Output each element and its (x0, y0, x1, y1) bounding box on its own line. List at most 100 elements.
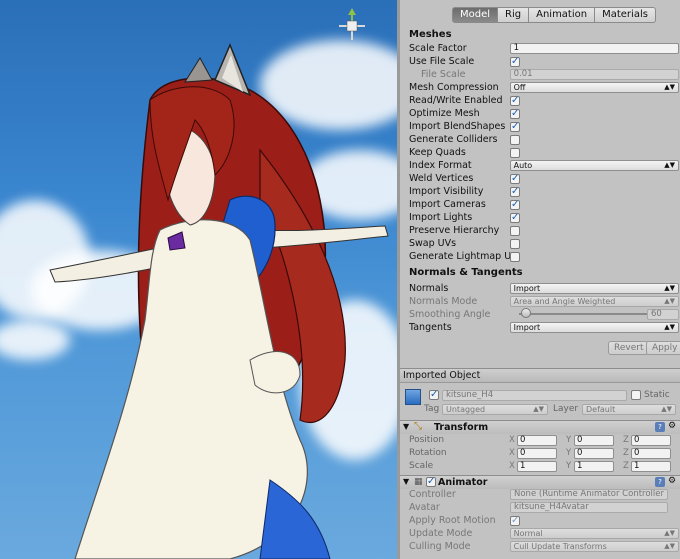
position-z-input[interactable]: 0 (631, 435, 671, 446)
apply-root-motion-row: Apply Root Motion ✓ (409, 514, 679, 527)
controller-row: Controller None (Runtime Animator Contro… (409, 488, 679, 501)
import-lights-checkbox[interactable]: ✓ (510, 212, 520, 223)
index-format-value: Auto (513, 161, 533, 170)
help-icon[interactable]: ? (655, 477, 665, 487)
file-scale-input: 0.01 (509, 69, 679, 80)
swap-uvs-checkbox[interactable] (510, 238, 520, 249)
apply-button[interactable]: Apply (646, 341, 680, 355)
transform-component-header[interactable]: ▼ ⤡ Transform ? ⚙ (400, 420, 680, 434)
dropdown-arrow-icon: ▲▼ (664, 542, 675, 550)
position-y-input[interactable]: 0 (574, 435, 614, 446)
rotation-x-axis: X (509, 448, 515, 458)
import-tabs: Model Rig Animation Materials (452, 7, 656, 23)
normals-dropdown[interactable]: Import ▲▼ (509, 283, 679, 294)
preserve-hierarchy-checkbox[interactable] (510, 225, 520, 236)
tab-animation[interactable]: Animation (528, 7, 596, 23)
import-blendshapes-checkbox[interactable]: ✓ (510, 121, 520, 132)
read-write-checkbox[interactable]: ✓ (510, 95, 520, 106)
generate-colliders-label: Generate Colliders (409, 134, 498, 145)
gear-icon[interactable]: ⚙ (668, 421, 676, 431)
dropdown-arrow-icon: ▲▼ (664, 297, 675, 305)
animator-enabled-checkbox[interactable]: ✓ (426, 477, 436, 487)
preserve-hierarchy-row: Preserve Hierarchy (409, 224, 679, 237)
tangents-dropdown[interactable]: Import ▲▼ (509, 322, 679, 333)
controller-label: Controller (409, 489, 456, 500)
animator-component-header[interactable]: ▼ ▦ ✓ Animator ? ⚙ (400, 475, 680, 489)
apply-root-motion-checkbox: ✓ (510, 514, 520, 526)
help-icon[interactable]: ? (655, 422, 665, 432)
scale-x-axis: X (509, 461, 515, 471)
tangents-row: Tangents Import ▲▼ (409, 321, 679, 334)
tag-dropdown: Untagged ▲▼ (442, 404, 548, 415)
rotation-x-input[interactable]: 0 (517, 448, 557, 459)
import-blendshapes-label: Import BlendShapes (409, 121, 506, 132)
generate-colliders-checkbox[interactable] (510, 134, 520, 145)
smoothing-angle-input: 60 (647, 309, 679, 320)
avatar-field: kitsune_H4Avatar (510, 502, 668, 513)
dropdown-arrow-icon: ▲▼ (661, 405, 672, 413)
normals-label: Normals (409, 283, 449, 294)
character-model[interactable] (0, 0, 397, 559)
scale-y-input[interactable]: 1 (574, 461, 614, 472)
keep-quads-checkbox[interactable] (510, 147, 520, 158)
layer-dropdown: Default ▲▼ (582, 404, 676, 415)
static-checkbox[interactable] (631, 390, 641, 400)
use-file-scale-checkbox[interactable]: ✓ (510, 56, 520, 67)
scale-z-axis: Z (623, 461, 629, 471)
tab-materials[interactable]: Materials (594, 7, 656, 23)
mesh-compression-dropdown[interactable]: Off ▲▼ (509, 82, 679, 93)
culling-mode-label: Culling Mode (409, 541, 471, 552)
import-visibility-label: Import Visibility (409, 186, 484, 197)
normals-row: Normals Import ▲▼ (409, 282, 679, 295)
tab-rig[interactable]: Rig (497, 7, 530, 23)
normals-mode-label: Normals Mode (409, 296, 478, 307)
inspector-panel: Model Rig Animation Materials Meshes Sca… (400, 0, 680, 559)
transform-icon: ⤡ (414, 421, 422, 432)
layer-value: Default (586, 405, 616, 414)
layer-label: Layer (553, 404, 579, 414)
normals-header: Normals & Tangents (409, 267, 523, 278)
scale-factor-row: Scale Factor 1 (409, 42, 679, 55)
object-name-field: kitsune_H4 (442, 390, 627, 401)
scale-factor-input[interactable]: 1 (509, 43, 679, 54)
swap-uvs-label: Swap UVs (409, 238, 457, 249)
foldout-arrow-icon[interactable]: ▼ (403, 477, 409, 486)
static-label: Static (644, 390, 670, 400)
imported-object-bar: Imported Object (400, 368, 680, 383)
dropdown-arrow-icon: ▲▼ (664, 323, 675, 331)
weld-vertices-row: Weld Vertices ✓ (409, 172, 679, 185)
object-active-checkbox[interactable]: ✓ (429, 390, 439, 400)
gear-icon[interactable]: ⚙ (668, 476, 676, 486)
mesh-compression-value: Off (513, 83, 526, 92)
position-x-input[interactable]: 0 (517, 435, 557, 446)
import-visibility-checkbox[interactable]: ✓ (510, 186, 520, 197)
index-format-dropdown[interactable]: Auto ▲▼ (509, 160, 679, 171)
weld-vertices-checkbox[interactable]: ✓ (510, 173, 520, 184)
tab-model[interactable]: Model (452, 7, 499, 23)
scale-x-input[interactable]: 1 (517, 461, 557, 472)
culling-mode-row: Culling Mode Cull Update Transforms ▲▼ (409, 540, 679, 553)
tangents-label: Tangents (409, 322, 452, 333)
update-mode-label: Update Mode (409, 528, 473, 539)
optimize-mesh-checkbox[interactable]: ✓ (510, 108, 520, 119)
avatar-row: Avatar kitsune_H4Avatar (409, 501, 679, 514)
animator-title: Animator (438, 477, 488, 488)
culling-mode-value: Cull Update Transforms (513, 542, 607, 551)
generate-lightmap-uvs-checkbox[interactable] (510, 251, 520, 262)
rotation-z-axis: Z (623, 448, 629, 458)
orientation-gizmo[interactable] (335, 8, 369, 52)
gameobject-icon (405, 389, 421, 405)
use-file-scale-label: Use File Scale (409, 56, 475, 67)
rotation-z-input[interactable]: 0 (631, 448, 671, 459)
foldout-arrow-icon[interactable]: ▼ (403, 422, 409, 431)
smoothing-angle-slider (519, 313, 649, 315)
scale-z-input[interactable]: 1 (631, 461, 671, 472)
file-scale-row: File Scale 0.01 (409, 68, 679, 81)
imported-object-header: Imported Object (403, 370, 481, 381)
import-cameras-label: Import Cameras (409, 199, 486, 210)
import-cameras-checkbox[interactable]: ✓ (510, 199, 520, 210)
scene-view[interactable]: Iso (0, 0, 397, 559)
rotation-y-input[interactable]: 0 (574, 448, 614, 459)
normals-mode-dropdown: Area and Angle Weighted ▲▼ (509, 296, 679, 307)
revert-button[interactable]: Revert (608, 341, 650, 355)
